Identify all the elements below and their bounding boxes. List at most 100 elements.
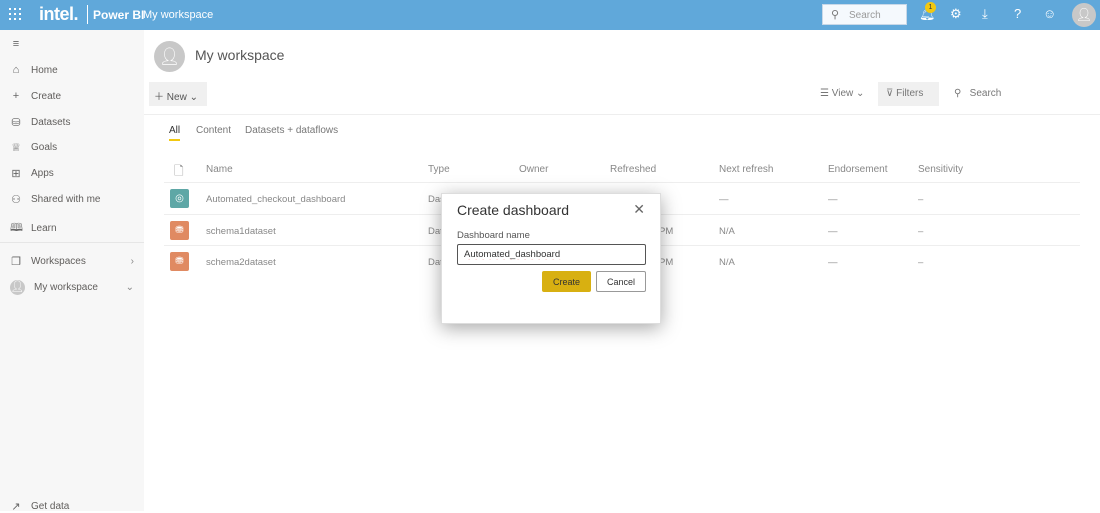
apps-icon: ⊞ (11, 168, 21, 180)
sidebar-item-shared[interactable]: ⚇ Shared with me (10, 193, 138, 206)
view-label: View (831, 88, 854, 99)
sidebar-item-label: Learn (31, 223, 57, 234)
workspace-search-input[interactable]: ⚲ Search (954, 88, 1001, 99)
cancel-button[interactable]: Cancel (596, 271, 646, 292)
sidebar-item-label: Create (31, 90, 62, 102)
account-avatar[interactable]: 👤︎ (1072, 3, 1096, 27)
search-icon: ⚲ (954, 88, 962, 99)
avatar: 👤︎ (10, 280, 25, 295)
item-sensitivity: – (918, 226, 924, 237)
tab-content[interactable]: Content (196, 125, 231, 136)
sidebar-item-label: Goals (31, 142, 58, 153)
sidebar-item-learn[interactable]: 🕮︎ Learn (10, 219, 138, 238)
hamburger-icon: ≡ (12, 38, 20, 50)
intel-logo: intel. (39, 4, 79, 24)
sidebar-item-label: Workspaces (31, 256, 86, 267)
sidebar-item-datasets[interactable]: ⛁ Datasets (10, 116, 138, 129)
sidebar-item-home[interactable]: ⌂ Home (10, 64, 138, 76)
column-header-owner[interactable]: Owner (519, 164, 548, 175)
dashboard-icon: ◎ (170, 189, 189, 208)
item-refreshed: PM (659, 226, 674, 237)
tab-datasets-dataflows[interactable]: Datasets + dataflows (245, 125, 338, 136)
arrow-up-right-icon: ↗ (11, 501, 21, 513)
download-icon[interactable]: ⤓ (982, 6, 988, 22)
file-type-icon: 🗋 (174, 164, 184, 178)
collapse-nav-button[interactable]: ≡ (10, 38, 138, 50)
get-data-button[interactable]: ↗ Get data (10, 500, 138, 513)
column-header-name[interactable]: Name (206, 164, 233, 175)
new-button[interactable]: ＋ New ⌄ (149, 82, 207, 106)
item-name[interactable]: Automated_checkout_dashboard (206, 194, 345, 205)
item-refreshed: PM (659, 257, 674, 268)
dataset-icon: ⛃ (170, 221, 189, 240)
tab-all[interactable]: All (169, 125, 181, 141)
top-bar: intel. Power BI My workspace ⚲ Search 🔔︎ … (0, 0, 1100, 30)
filters-label: Filters (896, 88, 924, 99)
page-title: My workspace (195, 47, 285, 63)
item-endorsement: — (828, 226, 838, 237)
new-label: New (166, 92, 187, 103)
notification-badge: 1 (925, 2, 936, 13)
create-button[interactable]: Create (542, 271, 591, 292)
breadcrumb-workspace[interactable]: My workspace (143, 9, 213, 21)
shared-icon: ⚇ (11, 194, 21, 206)
item-sensitivity: – (918, 194, 924, 205)
search-icon: ⚲ (831, 9, 840, 21)
home-icon: ⌂ (12, 64, 20, 76)
create-dashboard-dialog: Create dashboard ✕ Dashboard name Create… (441, 193, 661, 324)
sidebar-item-goals[interactable]: ♕ Goals (10, 141, 138, 154)
filters-button[interactable]: ⊽ Filters (878, 82, 939, 106)
list-icon: ☰ (820, 88, 829, 99)
column-header-type[interactable]: Type (428, 164, 450, 175)
chevron-down-icon: ⌄ (189, 92, 198, 103)
divider (87, 5, 88, 24)
item-endorsement: — (828, 194, 838, 205)
sidebar-item-workspaces[interactable]: ❐ Workspaces › (10, 255, 138, 268)
plus-icon: + (12, 90, 20, 102)
app-launcher-icon[interactable] (9, 8, 21, 20)
dashboard-name-input[interactable] (457, 244, 646, 265)
get-data-label: Get data (31, 501, 70, 512)
sidebar-item-apps[interactable]: ⊞ Apps (10, 167, 138, 180)
column-header-next-refresh[interactable]: Next refresh (719, 164, 773, 175)
chevron-down-icon: ⌄ (856, 88, 865, 99)
plus-icon: ＋ (154, 92, 164, 103)
item-next-refresh: N/A (719, 226, 735, 237)
sidebar: ≡ ⌂ Home + Create ⛁ Datasets ♕ Goals ⊞ Apps ⚇… (0, 30, 144, 513)
item-name[interactable]: schema2dataset (206, 257, 276, 268)
search-placeholder: Search (849, 10, 881, 21)
help-icon[interactable]: ? (1014, 6, 1021, 21)
product-name[interactable]: Power BI (93, 8, 144, 22)
close-icon[interactable]: ✕ (633, 201, 645, 218)
search-placeholder: Search (969, 88, 1002, 99)
trophy-icon: ♕ (11, 142, 21, 154)
feedback-smiley-icon[interactable]: ☺ (1043, 6, 1056, 21)
workspaces-icon: ❐ (11, 256, 21, 268)
item-next-refresh: N/A (719, 257, 735, 268)
dashboard-name-label: Dashboard name (457, 230, 530, 241)
item-name[interactable]: schema1dataset (206, 226, 276, 237)
sidebar-item-label: My workspace (34, 282, 98, 293)
dialog-title: Create dashboard (457, 202, 570, 218)
item-next-refresh: — (719, 194, 729, 205)
database-icon: ⛁ (11, 117, 21, 129)
column-header-refreshed[interactable]: Refreshed (610, 164, 656, 175)
dataset-icon: ⛃ (170, 252, 189, 271)
filter-icon: ⊽ (886, 88, 894, 99)
item-endorsement: — (828, 257, 838, 268)
global-search-input[interactable]: ⚲ Search (822, 4, 907, 25)
column-header-sensitivity[interactable]: Sensitivity (918, 164, 963, 175)
view-button[interactable]: ☰ View ⌄ (820, 88, 864, 99)
sidebar-item-label: Home (31, 64, 58, 76)
sidebar-item-my-workspace[interactable]: 👤︎ My workspace ⌄ (10, 280, 138, 295)
sidebar-item-label: Datasets (31, 117, 71, 128)
book-icon: 🕮︎ (10, 222, 23, 234)
sidebar-item-label: Apps (31, 168, 54, 179)
column-header-endorsement[interactable]: Endorsement (828, 164, 887, 175)
divider (0, 242, 144, 243)
divider (144, 114, 1100, 115)
sidebar-item-create[interactable]: + Create (10, 90, 138, 102)
item-sensitivity: – (918, 257, 924, 268)
gear-icon[interactable]: ⚙ (950, 6, 962, 22)
workspace-avatar: 👤︎ (154, 41, 185, 72)
